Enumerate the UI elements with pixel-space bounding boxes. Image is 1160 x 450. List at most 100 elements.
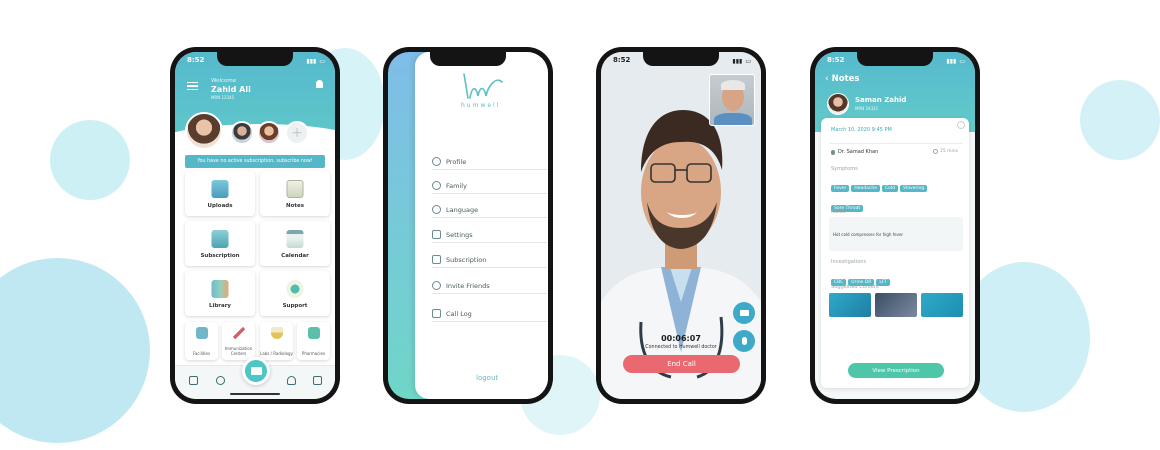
pharmacy-icon — [307, 327, 320, 339]
logo-mark-icon — [463, 73, 503, 99]
menu-item-settings[interactable]: Settings — [432, 227, 547, 243]
status-time: 8:52 — [613, 56, 631, 64]
card-calendar[interactable]: Calendar — [260, 221, 330, 266]
logout-link[interactable]: logout — [476, 374, 498, 382]
notes-text: Hot cold compresses for high fever — [833, 232, 904, 237]
avatar-main[interactable] — [185, 112, 223, 150]
menu-label: Settings — [446, 230, 473, 239]
home-icon[interactable] — [189, 376, 198, 385]
wallet-icon[interactable] — [313, 376, 322, 385]
card-labs[interactable]: Labs / Radiology — [260, 322, 293, 360]
status-time: 8:52 — [187, 56, 205, 64]
status-bar: 8:52 ▮▮▮ ▭ — [187, 56, 325, 66]
symptom-tag: Shivering — [900, 185, 928, 192]
call-screen: 8:52 ▮▮▮ ▭ 00:06:07 Connected to Humwell… — [601, 52, 761, 399]
hospital-icon — [195, 327, 208, 339]
profile-icon — [432, 157, 441, 166]
add-member-button[interactable]: + — [285, 121, 309, 145]
menu-item-invite[interactable]: Invite Friends — [432, 278, 547, 294]
content-thumbnail[interactable] — [875, 293, 917, 317]
card-support[interactable]: Support — [260, 271, 330, 316]
duration: 25 mins — [940, 149, 958, 154]
content-thumbnail[interactable] — [921, 293, 963, 317]
battery-icon: ▭ — [319, 57, 325, 65]
view-prescription-label: View Prescription — [872, 367, 920, 374]
phone-call: 8:52 ▮▮▮ ▭ 00:06:07 Connected to Humwell… — [596, 47, 766, 404]
avatar-member[interactable] — [257, 121, 281, 145]
end-call-button[interactable]: End Call — [623, 355, 740, 373]
camera-off-icon — [739, 310, 749, 316]
status-icons: ▮▮▮ ▭ — [306, 56, 325, 66]
call-timer: 00:06:07 — [661, 334, 701, 343]
user-icon[interactable] — [287, 376, 296, 385]
symptom-tags: Fever Headache Cold ShiveringSore Throat — [831, 174, 963, 214]
plus-icon: + — [291, 125, 303, 141]
card-notes[interactable]: Notes — [260, 171, 330, 216]
menu-label: Subscription — [446, 255, 487, 264]
self-view[interactable] — [709, 74, 755, 126]
user-name: Zahid Ali — [211, 85, 251, 94]
status-time: 8:52 — [827, 56, 845, 64]
content-thumbnail[interactable] — [829, 293, 871, 317]
patient-avatar — [827, 93, 849, 115]
close-icon[interactable] — [957, 121, 965, 129]
decor-circle — [1080, 80, 1160, 160]
call-status: Connected to Humwell doctor — [645, 345, 717, 350]
battery-icon: ▭ — [959, 57, 965, 65]
battery-icon: ▭ — [745, 57, 751, 65]
home-indicator — [230, 393, 280, 395]
status-icons: ▮▮▮ ▭ — [732, 56, 751, 66]
avatar-member[interactable] — [230, 121, 254, 145]
brand-logo: humwell — [456, 72, 516, 114]
syringe-icon — [232, 327, 245, 339]
search-icon[interactable] — [216, 376, 225, 385]
card-facilities[interactable]: Facilities — [185, 322, 218, 360]
card-subscription[interactable]: Subscription — [185, 221, 255, 266]
note-card — [821, 118, 969, 388]
call-log-icon — [432, 309, 441, 318]
status-icons: ▮▮▮ ▭ — [946, 56, 965, 66]
video-icon — [250, 367, 262, 375]
notes-icon — [286, 180, 304, 198]
library-icon — [211, 280, 229, 298]
camera-toggle-button[interactable] — [733, 302, 755, 324]
self-view-hair — [721, 80, 745, 90]
card-immunization[interactable]: Immunization Centers — [222, 322, 255, 360]
menu-label: Language — [446, 205, 479, 214]
menu-item-family[interactable]: Family — [432, 178, 547, 194]
menu-item-subscription[interactable]: Subscription — [432, 252, 547, 268]
decor-circle — [0, 258, 150, 443]
bell-icon[interactable] — [316, 80, 323, 88]
phone-notes: 8:52 ▮▮▮ ▭ ‹ Notes Saman Zahid MRN 54321 … — [810, 47, 980, 404]
view-prescription-button[interactable]: View Prescription — [848, 363, 944, 378]
subscription-banner[interactable]: You have no active subscription, subscri… — [185, 155, 325, 168]
card-library[interactable]: Library — [185, 271, 255, 316]
symptom-tag: Headache — [851, 185, 881, 192]
video-call-button[interactable] — [242, 357, 270, 385]
chevron-left-icon: ‹ — [825, 74, 829, 84]
menu-label: Family — [446, 181, 467, 190]
phone-menu: humwell Profile Family Language Settings… — [383, 47, 553, 404]
notes-box: Hot cold compresses for high fever — [829, 217, 963, 251]
menu-label: Invite Friends — [446, 281, 490, 290]
signal-icon: ▮▮▮ — [306, 57, 317, 65]
banner-text: You have no active subscription, subscri… — [197, 159, 313, 164]
menu-item-call-log[interactable]: Call Log — [432, 306, 547, 322]
patient-sub: MRN 54321 — [855, 106, 879, 111]
signal-icon: ▮▮▮ — [946, 57, 957, 65]
card-uploads[interactable]: Uploads — [185, 171, 255, 216]
symptom-tag: Fever — [831, 185, 850, 192]
hamburger-icon[interactable] — [187, 82, 198, 90]
notch — [430, 52, 506, 66]
back-button[interactable]: ‹ Notes — [825, 74, 859, 84]
doctor-icon — [831, 150, 835, 155]
menu-item-profile[interactable]: Profile — [432, 154, 547, 170]
menu-item-language[interactable]: Language — [432, 202, 547, 218]
suggested-content-label: Suggested Content — [831, 284, 880, 290]
phone-home: 8:52 ▮▮▮ ▭ Welcome Zahid Ali MRN 12345 + … — [170, 47, 340, 404]
self-view-shirt — [714, 113, 752, 125]
welcome-text: Welcome — [211, 78, 237, 84]
doctor-name: Dr. Samad Khan — [838, 149, 879, 155]
subscription-icon — [432, 255, 441, 264]
card-pharmacies[interactable]: Pharmacies — [297, 322, 330, 360]
